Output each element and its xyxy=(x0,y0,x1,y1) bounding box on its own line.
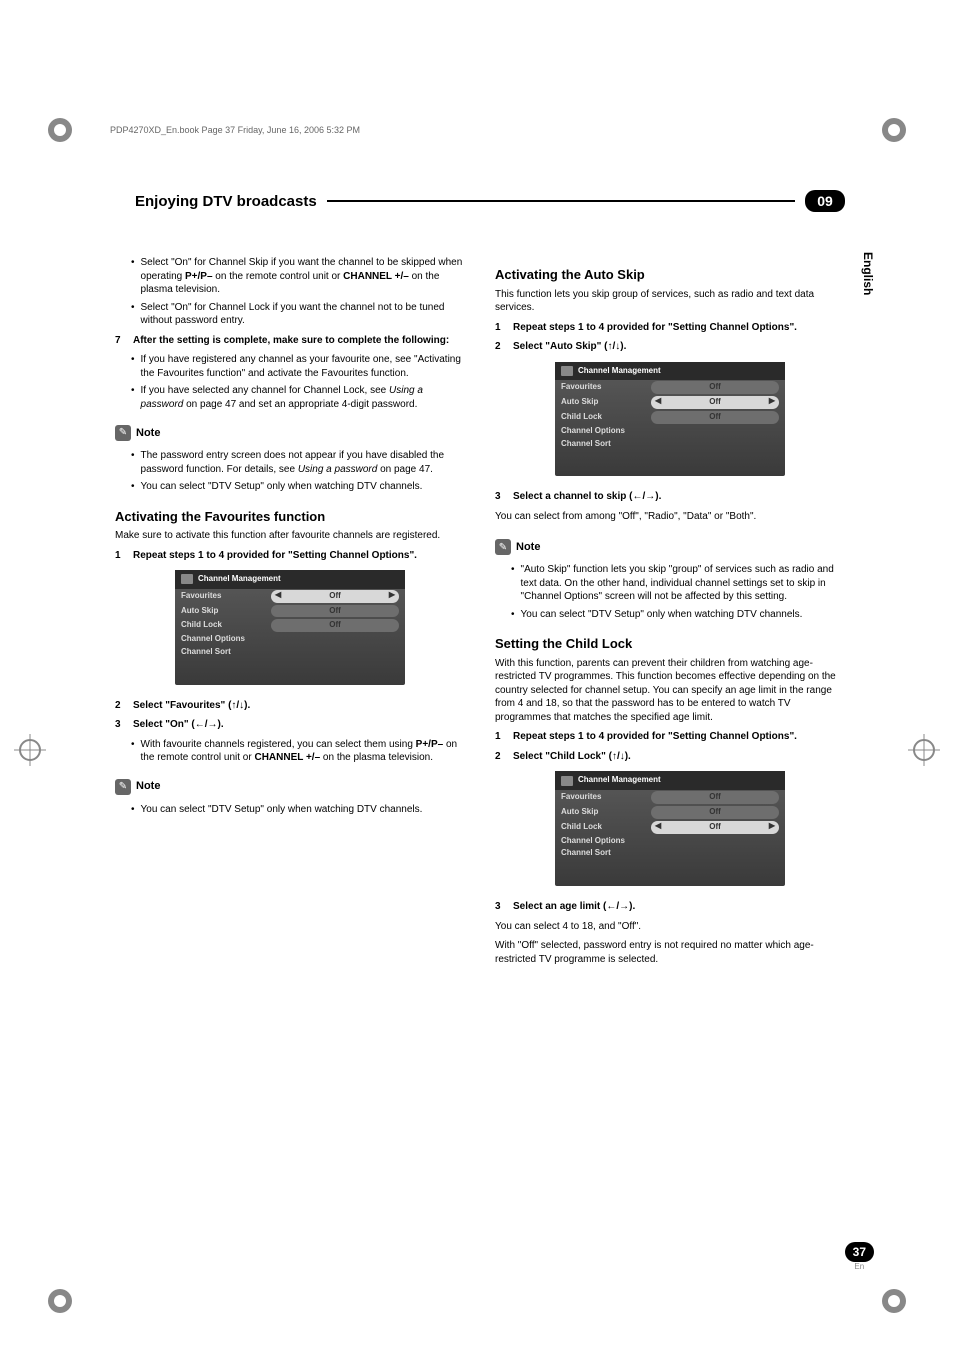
step-subtext: With "Off" selected, password entry is n… xyxy=(495,939,845,966)
menu-row-channelsort[interactable]: Channel Sort xyxy=(555,438,785,451)
header-stamp: PDP4270XD_En.book Page 37 Friday, June 1… xyxy=(110,125,360,135)
arrow-right-icon[interactable]: ▶ xyxy=(765,821,779,832)
step-1: 1Repeat steps 1 to 4 provided for "Setti… xyxy=(495,730,845,744)
list-item: With favourite channels registered, you … xyxy=(131,738,465,765)
step-3: 3Select a channel to skip (←/→). xyxy=(495,490,845,504)
menu-title: Channel Management xyxy=(555,362,785,381)
title-bar: Enjoying DTV broadcasts 09 xyxy=(115,190,845,212)
step-2: 2Select "Favourites" (↑/↓). xyxy=(115,699,465,713)
print-mark-br xyxy=(874,1281,914,1321)
menu-row-channelsort[interactable]: Channel Sort xyxy=(555,847,785,860)
page-title: Enjoying DTV broadcasts xyxy=(125,193,327,210)
page-number: 37 En xyxy=(845,1242,874,1271)
note-badge: ✎Note xyxy=(495,539,540,555)
menu-row-channelsort[interactable]: Channel Sort xyxy=(175,646,405,659)
arrow-left-icon[interactable]: ◀ xyxy=(651,396,665,407)
menu-title: Channel Management xyxy=(555,771,785,790)
list-item: Select "On" for Channel Skip if you want… xyxy=(131,256,465,297)
list-item: If you have selected any channel for Cha… xyxy=(131,384,465,411)
menu-title: Channel Management xyxy=(175,570,405,589)
note-badge: ✎Note xyxy=(115,779,160,795)
menu-panel-childlock: Channel Management FavouritesOff Auto Sk… xyxy=(555,771,785,886)
tv-icon xyxy=(561,776,573,786)
arrow-left-icon[interactable]: ◀ xyxy=(651,821,665,832)
section-subtext: This function lets you skip group of ser… xyxy=(495,288,845,315)
note-badge: ✎Note xyxy=(115,425,160,441)
menu-panel-autoskip: Channel Management FavouritesOff Auto Sk… xyxy=(555,362,785,477)
list-item: The password entry screen does not appea… xyxy=(131,449,465,476)
note-icon: ✎ xyxy=(115,779,131,795)
section-heading-childlock: Setting the Child Lock xyxy=(495,635,845,653)
list-item: You can select "DTV Setup" only when wat… xyxy=(511,608,845,622)
right-column: Activating the Auto Skip This function l… xyxy=(495,252,845,972)
section-heading-favourites: Activating the Favourites function xyxy=(115,508,465,526)
list-item: "Auto Skip" function lets you skip "grou… xyxy=(511,563,845,604)
list-item: Select "On" for Channel Lock if you want… xyxy=(131,301,465,328)
note-icon: ✎ xyxy=(495,539,511,555)
section-subtext: Make sure to activate this function afte… xyxy=(115,529,465,543)
section-heading-autoskip: Activating the Auto Skip xyxy=(495,266,845,284)
menu-row-autoskip[interactable]: Auto SkipOff xyxy=(555,805,785,820)
menu-row-favourites[interactable]: FavouritesOff xyxy=(555,790,785,805)
chapter-badge: 09 xyxy=(805,190,845,212)
step-2: 2Select "Auto Skip" (↑/↓). xyxy=(495,340,845,354)
step-3: 3Select "On" (←/→). xyxy=(115,718,465,732)
left-column: Select "On" for Channel Skip if you want… xyxy=(115,252,465,972)
step-subtext: You can select from among "Off", "Radio"… xyxy=(495,510,845,524)
arrow-left-icon[interactable]: ◀ xyxy=(271,590,285,601)
language-tab: English xyxy=(861,252,875,295)
print-mark-left xyxy=(10,730,50,770)
list-item: You can select "DTV Setup" only when wat… xyxy=(131,480,465,494)
step-7: 7After the setting is complete, make sur… xyxy=(115,334,465,348)
print-mark-bl xyxy=(40,1281,80,1321)
print-mark-tr xyxy=(874,110,914,150)
menu-row-childlock[interactable]: Child LockOff xyxy=(175,618,405,633)
note-icon: ✎ xyxy=(115,425,131,441)
menu-row-autoskip[interactable]: Auto Skip◀Off▶ xyxy=(555,395,785,410)
list-item: You can select "DTV Setup" only when wat… xyxy=(131,803,465,817)
menu-row-favourites[interactable]: FavouritesOff xyxy=(555,380,785,395)
menu-row-channeloptions[interactable]: Channel Options xyxy=(175,633,405,646)
arrow-right-icon[interactable]: ▶ xyxy=(385,590,399,601)
menu-row-channeloptions[interactable]: Channel Options xyxy=(555,425,785,438)
menu-row-childlock[interactable]: Child LockOff xyxy=(555,410,785,425)
tv-icon xyxy=(181,574,193,584)
arrow-right-icon[interactable]: ▶ xyxy=(765,396,779,407)
step-1: 1Repeat steps 1 to 4 provided for "Setti… xyxy=(495,321,845,335)
section-subtext: With this function, parents can prevent … xyxy=(495,657,845,725)
print-mark-tl xyxy=(40,110,80,150)
step-2: 2Select "Child Lock" (↑/↓). xyxy=(495,750,845,764)
step-subtext: You can select 4 to 18, and "Off". xyxy=(495,920,845,934)
list-item: If you have registered any channel as yo… xyxy=(131,353,465,380)
step-1: 1Repeat steps 1 to 4 provided for "Setti… xyxy=(115,549,465,563)
menu-row-favourites[interactable]: Favourites◀Off▶ xyxy=(175,589,405,604)
step-3: 3Select an age limit (←/→). xyxy=(495,900,845,914)
print-mark-right xyxy=(904,730,944,770)
menu-row-autoskip[interactable]: Auto SkipOff xyxy=(175,604,405,619)
tv-icon xyxy=(561,366,573,376)
menu-panel-favourites: Channel Management Favourites◀Off▶ Auto … xyxy=(175,570,405,685)
menu-row-childlock[interactable]: Child Lock◀Off▶ xyxy=(555,820,785,835)
menu-row-channeloptions[interactable]: Channel Options xyxy=(555,835,785,848)
